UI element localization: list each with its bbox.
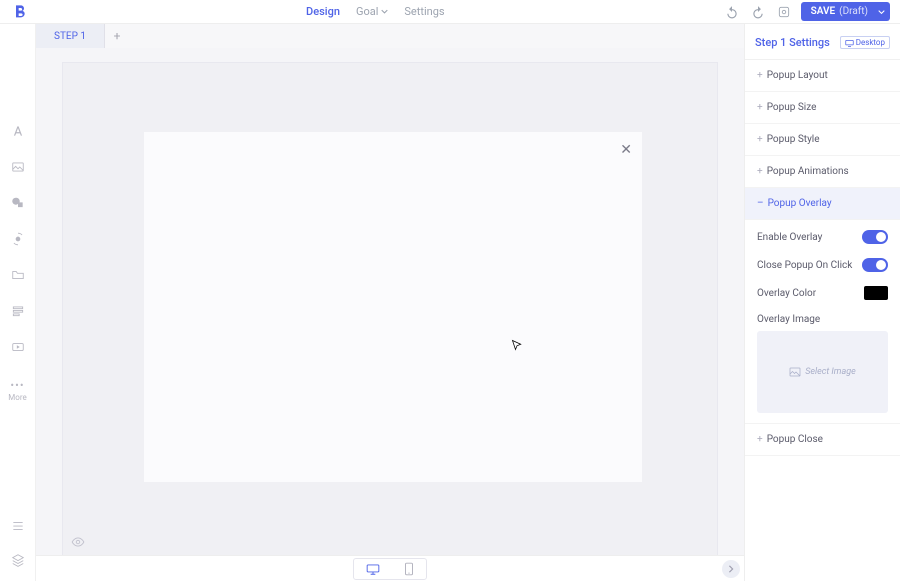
left-toolbar: ••• More [0, 24, 36, 581]
section-popup-close[interactable]: +Popup Close [745, 424, 900, 456]
tab-design[interactable]: Design [306, 5, 340, 18]
video-tool[interactable] [9, 338, 27, 356]
device-desktop-button[interactable] [354, 559, 392, 579]
social-tool[interactable] [9, 266, 27, 284]
chevron-down-icon [381, 9, 388, 14]
canvas-area: STEP 1 + ✕ [36, 24, 744, 581]
canvas-stage[interactable]: ✕ [62, 62, 718, 555]
device-badge[interactable]: Desktop [840, 36, 890, 49]
tab-goal[interactable]: Goal [356, 5, 388, 18]
mobile-icon [404, 562, 414, 576]
section-popup-overlay[interactable]: –Popup Overlay [745, 188, 900, 220]
more-tool[interactable]: ••• More [8, 380, 26, 402]
save-button[interactable]: SAVE (Draft) [801, 2, 890, 21]
chevron-down-icon [878, 9, 885, 14]
overlay-color-swatch[interactable] [864, 286, 888, 300]
step-tab-1[interactable]: STEP 1 [36, 24, 105, 48]
preview-button[interactable] [775, 3, 793, 21]
desktop-icon [845, 39, 854, 47]
enable-overlay-toggle[interactable] [862, 230, 888, 244]
text-tool[interactable] [9, 122, 27, 140]
layers-tool[interactable] [9, 551, 27, 569]
redo-button[interactable] [749, 3, 767, 21]
section-popup-size[interactable]: +Popup Size [745, 92, 900, 124]
app-header: Design Goal Settings SAVE (Draft) [0, 0, 900, 24]
next-step-button[interactable] [722, 560, 740, 578]
image-icon [789, 367, 801, 377]
button-tool[interactable] [9, 230, 27, 248]
form-tool[interactable] [9, 302, 27, 320]
overlay-body: Enable Overlay Close Popup On Click Over… [745, 220, 900, 424]
device-mobile-button[interactable] [392, 559, 426, 579]
overlay-image-label: Overlay Image [757, 314, 888, 325]
overlay-color-label: Overlay Color [757, 288, 816, 299]
close-on-click-label: Close Popup On Click [757, 260, 852, 271]
image-tool[interactable] [9, 158, 27, 176]
app-logo[interactable] [12, 4, 28, 20]
undo-button[interactable] [723, 3, 741, 21]
toggle-knob [876, 260, 886, 270]
settings-title: Step 1 Settings [755, 36, 830, 49]
shape-tool[interactable] [9, 194, 27, 212]
popup-close-icon[interactable]: ✕ [620, 142, 632, 158]
close-on-click-toggle[interactable] [862, 258, 888, 272]
desktop-icon [366, 563, 380, 575]
chevron-right-icon [727, 565, 735, 573]
settings-panel: Step 1 Settings Desktop +Popup Layout +P… [744, 24, 900, 581]
overlay-image-select[interactable]: Select Image [757, 331, 888, 413]
toggle-knob [876, 232, 886, 242]
section-popup-style[interactable]: +Popup Style [745, 124, 900, 156]
add-step-button[interactable]: + [105, 24, 129, 48]
dots-icon: ••• [10, 380, 24, 391]
list-tool[interactable] [9, 517, 27, 535]
enable-overlay-label: Enable Overlay [757, 232, 822, 243]
visibility-toggle[interactable] [71, 535, 85, 549]
tab-settings[interactable]: Settings [404, 5, 444, 18]
section-popup-layout[interactable]: +Popup Layout [745, 60, 900, 92]
section-popup-animations[interactable]: +Popup Animations [745, 156, 900, 188]
popup-preview[interactable]: ✕ [143, 131, 643, 483]
